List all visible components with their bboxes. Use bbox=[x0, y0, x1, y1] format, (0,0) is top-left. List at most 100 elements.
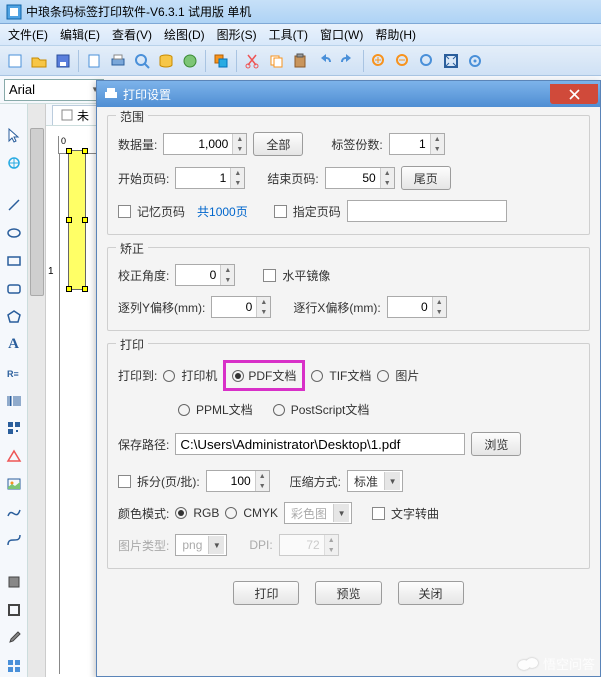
pan-tool-icon[interactable] bbox=[3, 152, 25, 174]
text-curve-checkbox[interactable] bbox=[372, 507, 385, 520]
copy-icon[interactable] bbox=[265, 50, 287, 72]
paste-icon[interactable] bbox=[289, 50, 311, 72]
specify-page-label: 指定页码 bbox=[293, 203, 341, 220]
data-amount-spin[interactable]: ▲▼ bbox=[163, 133, 247, 155]
menu-draw[interactable]: 绘图(D) bbox=[160, 24, 209, 45]
app-icon bbox=[6, 4, 22, 20]
zoom-out-icon[interactable] bbox=[392, 50, 414, 72]
mirror-checkbox[interactable] bbox=[263, 269, 276, 282]
split-input[interactable] bbox=[207, 471, 255, 491]
font-family-select[interactable]: Arial ▼ bbox=[4, 79, 104, 101]
end-page-spin[interactable]: ▲▼ bbox=[325, 167, 395, 189]
split-spin[interactable]: ▲▼ bbox=[206, 470, 270, 492]
eyedropper-tool-icon[interactable] bbox=[3, 627, 25, 649]
zoom-fit-icon[interactable] bbox=[416, 50, 438, 72]
zoom-actual-icon[interactable] bbox=[464, 50, 486, 72]
main-toolbar bbox=[0, 46, 601, 76]
angle-input[interactable] bbox=[176, 265, 220, 285]
x-offset-input[interactable] bbox=[388, 297, 432, 317]
print-button[interactable]: 打印 bbox=[233, 581, 299, 605]
bezier-tool-icon[interactable] bbox=[3, 529, 25, 551]
copies-input[interactable] bbox=[390, 134, 430, 154]
menu-window[interactable]: 窗口(W) bbox=[316, 24, 367, 45]
copies-spin[interactable]: ▲▼ bbox=[389, 133, 445, 155]
line-tool-icon[interactable] bbox=[3, 194, 25, 216]
document-tab[interactable]: 未 bbox=[52, 105, 98, 125]
scroll-thumb[interactable] bbox=[30, 128, 44, 296]
roundrect-tool-icon[interactable] bbox=[3, 278, 25, 300]
menu-help[interactable]: 帮助(H) bbox=[371, 24, 420, 45]
tif-radio[interactable] bbox=[311, 370, 323, 382]
angle-spin[interactable]: ▲▼ bbox=[175, 264, 235, 286]
y-offset-input[interactable] bbox=[212, 297, 256, 317]
close-button[interactable] bbox=[550, 84, 598, 104]
total-pages-link[interactable]: 共1000页 bbox=[197, 203, 248, 220]
text-tool-icon[interactable]: A bbox=[3, 334, 25, 356]
layers-icon[interactable] bbox=[210, 50, 232, 72]
save-icon[interactable] bbox=[52, 50, 74, 72]
stroke-tool-icon[interactable] bbox=[3, 599, 25, 621]
cut-icon[interactable] bbox=[241, 50, 263, 72]
menu-tool[interactable]: 工具(T) bbox=[265, 24, 312, 45]
mirror-label: 水平镜像 bbox=[282, 267, 330, 284]
browse-button[interactable]: 浏览 bbox=[471, 432, 521, 456]
specify-page-input[interactable] bbox=[347, 200, 507, 222]
ppml-radio[interactable] bbox=[178, 404, 190, 416]
menu-shape[interactable]: 图形(S) bbox=[213, 24, 261, 45]
compress-select[interactable]: 标准▼ bbox=[347, 470, 403, 492]
menu-edit[interactable]: 编辑(E) bbox=[56, 24, 104, 45]
svg-text:R≡: R≡ bbox=[7, 369, 19, 379]
curve-tool-icon[interactable] bbox=[3, 501, 25, 523]
dpi-label: DPI: bbox=[249, 538, 272, 552]
end-page-label: 结束页码: bbox=[267, 170, 318, 187]
undo-icon[interactable] bbox=[313, 50, 335, 72]
fill-tool-icon[interactable] bbox=[3, 571, 25, 593]
preview-icon[interactable] bbox=[131, 50, 153, 72]
zoom-in-icon[interactable] bbox=[368, 50, 390, 72]
qrcode-tool-icon[interactable] bbox=[3, 418, 25, 440]
image-tool-icon[interactable] bbox=[3, 473, 25, 495]
end-page-input[interactable] bbox=[326, 168, 380, 188]
generate-icon[interactable] bbox=[179, 50, 201, 72]
pdf-radio[interactable] bbox=[232, 370, 244, 382]
dialog-titlebar[interactable]: 打印设置 bbox=[97, 81, 600, 107]
menu-file[interactable]: 文件(E) bbox=[4, 24, 52, 45]
vertical-scrollbar[interactable] bbox=[28, 104, 46, 677]
menu-view[interactable]: 查看(V) bbox=[108, 24, 156, 45]
triangle-tool-icon[interactable] bbox=[3, 445, 25, 467]
rgb-radio[interactable] bbox=[175, 507, 187, 519]
close-dialog-button[interactable]: 关闭 bbox=[398, 581, 464, 605]
data-amount-input[interactable] bbox=[164, 134, 232, 154]
canvas-label-preview[interactable] bbox=[68, 150, 86, 290]
start-page-input[interactable] bbox=[176, 168, 230, 188]
last-page-button[interactable]: 尾页 bbox=[401, 166, 451, 190]
split-checkbox[interactable] bbox=[118, 475, 131, 488]
print-icon[interactable] bbox=[107, 50, 129, 72]
richtext-tool-icon[interactable]: R≡ bbox=[3, 362, 25, 384]
fullscreen-icon[interactable] bbox=[440, 50, 462, 72]
postscript-radio[interactable] bbox=[273, 404, 285, 416]
barcode-tool-icon[interactable] bbox=[3, 390, 25, 412]
specify-page-checkbox[interactable] bbox=[274, 205, 287, 218]
image-radio[interactable] bbox=[377, 370, 389, 382]
remember-page-checkbox[interactable] bbox=[118, 205, 131, 218]
save-path-input[interactable] bbox=[175, 433, 465, 455]
polygon-tool-icon[interactable] bbox=[3, 306, 25, 328]
printer-radio[interactable] bbox=[163, 370, 175, 382]
grid-tool-icon[interactable] bbox=[3, 655, 25, 677]
database-icon[interactable] bbox=[155, 50, 177, 72]
rect-tool-icon[interactable] bbox=[3, 250, 25, 272]
x-offset-spin[interactable]: ▲▼ bbox=[387, 296, 447, 318]
preview-button[interactable]: 预览 bbox=[315, 581, 381, 605]
all-button[interactable]: 全部 bbox=[253, 132, 303, 156]
cmyk-radio[interactable] bbox=[225, 507, 237, 519]
pointer-tool-icon[interactable] bbox=[3, 124, 25, 146]
doc-settings-icon[interactable] bbox=[83, 50, 105, 72]
y-offset-spin[interactable]: ▲▼ bbox=[211, 296, 271, 318]
start-page-spin[interactable]: ▲▼ bbox=[175, 167, 245, 189]
open-icon[interactable] bbox=[28, 50, 50, 72]
new-icon[interactable] bbox=[4, 50, 26, 72]
redo-icon[interactable] bbox=[337, 50, 359, 72]
ellipse-tool-icon[interactable] bbox=[3, 222, 25, 244]
print-to-label: 打印到: bbox=[118, 367, 157, 384]
